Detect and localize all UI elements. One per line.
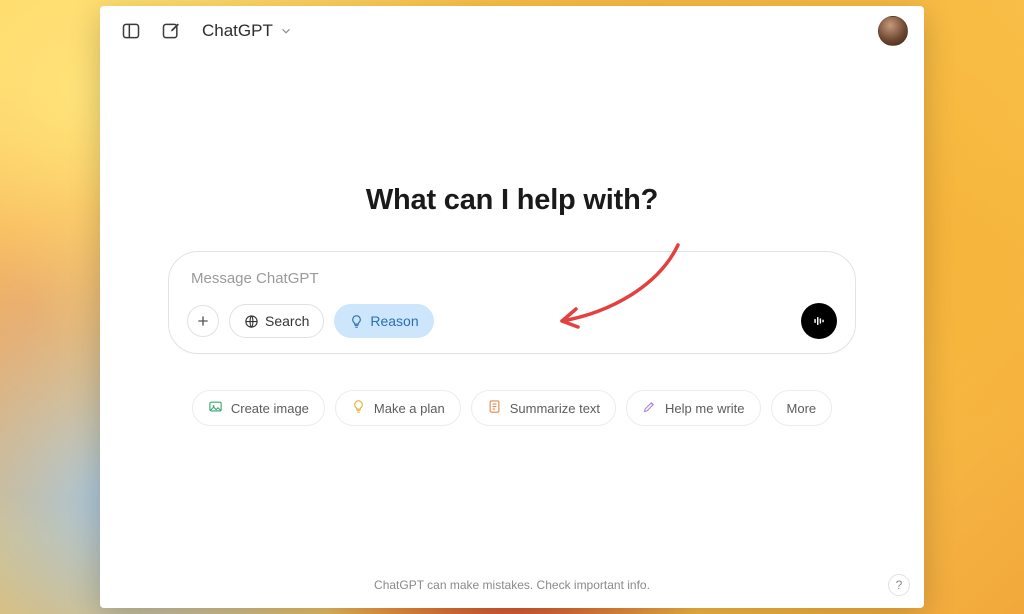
footer: ChatGPT can make mistakes. Check importa… [100, 568, 924, 608]
reason-tool-label: Reason [370, 313, 418, 329]
compose-icon [161, 21, 181, 41]
main-area: What can I help with? Message ChatGPT [100, 56, 924, 568]
chip-label: Help me write [665, 401, 744, 416]
topbar: ChatGPT [100, 6, 924, 56]
image-icon [208, 399, 223, 417]
model-name: ChatGPT [202, 21, 273, 41]
chip-label: Create image [231, 401, 309, 416]
chip-summarize-text[interactable]: Summarize text [471, 390, 616, 426]
globe-icon [244, 314, 259, 329]
model-selector[interactable]: ChatGPT [196, 17, 299, 45]
voice-input-button[interactable] [801, 303, 837, 339]
help-label: ? [896, 578, 903, 592]
chip-help-me-write[interactable]: Help me write [626, 390, 760, 426]
search-tool-label: Search [265, 313, 309, 329]
composer-toolbar: Search Reason [187, 303, 837, 339]
chip-make-a-plan[interactable]: Make a plan [335, 390, 461, 426]
pen-icon [642, 399, 657, 417]
chip-more[interactable]: More [771, 390, 833, 426]
sidebar-toggle-button[interactable] [116, 16, 146, 46]
chevron-down-icon [279, 24, 293, 38]
help-button[interactable]: ? [888, 574, 910, 596]
disclaimer-text: ChatGPT can make mistakes. Check importa… [374, 578, 650, 592]
chip-label: Make a plan [374, 401, 445, 416]
new-chat-button[interactable] [156, 16, 186, 46]
sidebar-icon [121, 21, 141, 41]
chatgpt-window: ChatGPT What can I help with? Message Ch… [100, 6, 924, 608]
chip-create-image[interactable]: Create image [192, 390, 325, 426]
message-input[interactable]: Message ChatGPT [187, 268, 837, 303]
attach-button[interactable] [187, 305, 219, 337]
user-avatar[interactable] [878, 16, 908, 46]
suggestion-chips: Create image Make a plan Summarize text [192, 390, 832, 426]
page-headline: What can I help with? [366, 184, 658, 217]
plus-icon [195, 313, 211, 329]
chip-label: Summarize text [510, 401, 600, 416]
composer[interactable]: Message ChatGPT Search [168, 251, 856, 354]
lightbulb-icon [351, 399, 366, 417]
composer-wrap: Message ChatGPT Search [168, 251, 856, 354]
search-tool-button[interactable]: Search [229, 304, 324, 338]
bulb-icon [349, 314, 364, 329]
waveform-icon [811, 313, 827, 329]
doc-icon [487, 399, 502, 417]
chip-label: More [787, 401, 817, 416]
desktop-background: ChatGPT What can I help with? Message Ch… [0, 0, 1024, 614]
reason-tool-button[interactable]: Reason [334, 304, 433, 338]
